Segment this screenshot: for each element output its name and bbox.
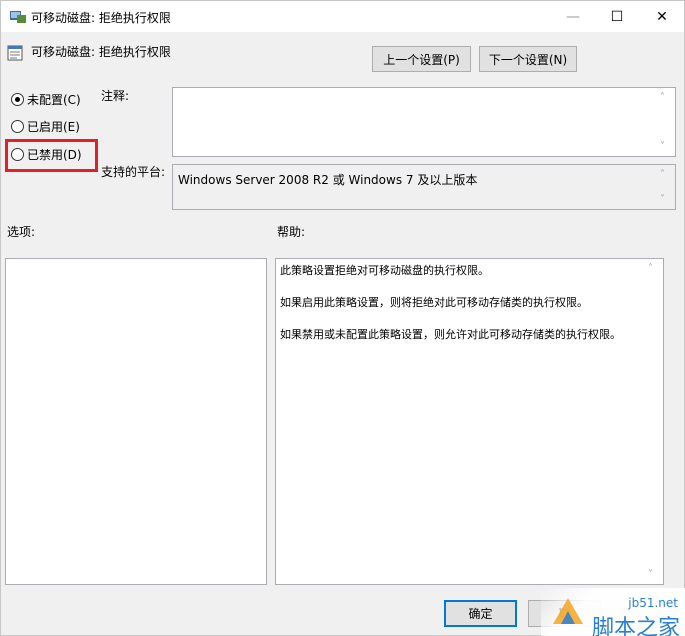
scroll-down-icon[interactable]: ˅ — [660, 194, 665, 205]
platform-field: Windows Server 2008 R2 或 Windows 7 及以上版本… — [172, 164, 676, 210]
options-panel — [5, 258, 267, 585]
scroll-down-icon[interactable]: ˅ — [660, 141, 665, 152]
radio-label: 未配置(C) — [27, 93, 81, 107]
policy-dialog: 可移动磁盘: 拒绝执行权限 — ☐ ✕ 可移动磁盘: 拒绝执行权限 上一个设置(… — [0, 0, 685, 636]
radio-enabled[interactable]: 已启用(E) — [11, 118, 80, 135]
window-title: 可移动磁盘: 拒绝执行权限 — [31, 11, 171, 25]
comment-textarea[interactable]: ˄ ˅ — [172, 87, 676, 157]
close-button[interactable]: ✕ — [639, 1, 685, 32]
minimize-button[interactable]: — — [550, 1, 596, 32]
previous-setting-button[interactable]: 上一个设置(P) — [372, 46, 471, 72]
next-setting-button[interactable]: 下一个设置(N) — [479, 46, 577, 72]
comment-label: 注释: — [101, 89, 130, 103]
platform-value: Windows Server 2008 R2 或 Windows 7 及以上版本 — [178, 173, 478, 187]
radio-circle[interactable] — [11, 120, 24, 133]
scroll-up-icon[interactable]: ˄ — [648, 263, 653, 274]
radio-not-configured[interactable]: 未配置(C) — [11, 91, 81, 108]
watermark-url: jb51.net — [628, 596, 678, 610]
radio-label: 已启用(E) — [27, 120, 80, 134]
red-highlight-box — [5, 139, 98, 172]
scroll-up-icon[interactable]: ˄ — [660, 92, 665, 103]
comment-scrollbar[interactable]: ˄ ˅ — [660, 90, 672, 154]
policy-setting-icon — [7, 45, 23, 61]
help-text: 此策略设置拒绝对可移动磁盘的执行权限。 如果启用此策略设置，则将拒绝对此可移动存… — [280, 263, 657, 359]
options-label: 选项: — [7, 225, 36, 239]
platform-label: 支持的平台: — [101, 165, 166, 179]
scroll-down-icon[interactable]: ˅ — [648, 569, 653, 580]
radio-circle-checked[interactable] — [11, 93, 24, 106]
help-paragraph: 如果禁用或未配置此策略设置，则允许对此可移动存储类的执行权限。 — [280, 328, 621, 341]
maximize-button[interactable]: ☐ — [594, 1, 640, 32]
scroll-up-icon[interactable]: ˄ — [660, 169, 665, 180]
policy-name: 可移动磁盘: 拒绝执行权限 — [31, 45, 171, 59]
policy-window-icon — [10, 11, 26, 23]
help-label: 帮助: — [277, 225, 306, 239]
help-panel: 此策略设置拒绝对可移动磁盘的执行权限。 如果启用此策略设置，则将拒绝对此可移动存… — [275, 258, 664, 585]
platform-scrollbar[interactable]: ˄ ˅ — [660, 167, 672, 207]
title-bar: 可移动磁盘: 拒绝执行权限 — ☐ ✕ — [1, 1, 684, 32]
help-scrollbar[interactable]: ˄ ˅ — [648, 261, 660, 582]
ok-button[interactable]: 确定 — [444, 600, 517, 627]
site-watermark: jb51.net 脚本之家 — [541, 588, 685, 636]
watermark-name: 脚本之家 — [591, 616, 680, 636]
help-paragraph: 如果启用此策略设置，则将拒绝对此可移动存储类的执行权限。 — [280, 296, 588, 309]
watermark-logo-icon — [553, 598, 583, 624]
help-paragraph: 此策略设置拒绝对可移动磁盘的执行权限。 — [280, 264, 489, 277]
